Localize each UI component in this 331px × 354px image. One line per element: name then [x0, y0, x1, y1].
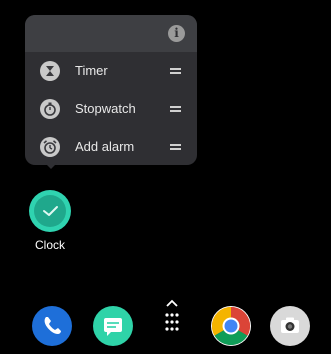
shortcut-label: Timer — [75, 63, 108, 78]
stopwatch-icon — [40, 99, 60, 119]
app-drawer-icon — [165, 313, 179, 331]
chevron-up-icon — [166, 299, 178, 307]
shortcut-stopwatch[interactable]: Stopwatch — [25, 90, 197, 128]
chrome-icon[interactable] — [211, 306, 251, 346]
phone-icon[interactable] — [32, 306, 72, 346]
messages-icon[interactable] — [93, 306, 133, 346]
clock-icon — [29, 190, 71, 232]
drag-handle-icon[interactable] — [170, 106, 181, 112]
hourglass-icon — [40, 61, 60, 81]
info-icon: i — [174, 26, 179, 40]
app-shortcuts-popup: i Timer Stopwatch Add alarm — [25, 15, 197, 165]
shortcut-timer[interactable]: Timer — [25, 52, 197, 90]
shortcut-add-alarm[interactable]: Add alarm — [25, 128, 197, 165]
app-clock[interactable]: Clock — [26, 190, 74, 252]
shortcut-label: Add alarm — [75, 139, 135, 154]
camera-icon[interactable] — [270, 306, 310, 346]
popup-pointer — [45, 163, 57, 169]
app-info-button[interactable]: i — [168, 25, 185, 42]
shortcut-label: Stopwatch — [75, 101, 136, 116]
drag-handle-icon[interactable] — [170, 68, 181, 74]
popup-header: i — [25, 15, 197, 52]
app-label: Clock — [34, 238, 65, 252]
drag-handle-icon[interactable] — [170, 144, 181, 150]
app-drawer-button[interactable] — [159, 296, 185, 336]
alarm-icon — [40, 137, 60, 157]
